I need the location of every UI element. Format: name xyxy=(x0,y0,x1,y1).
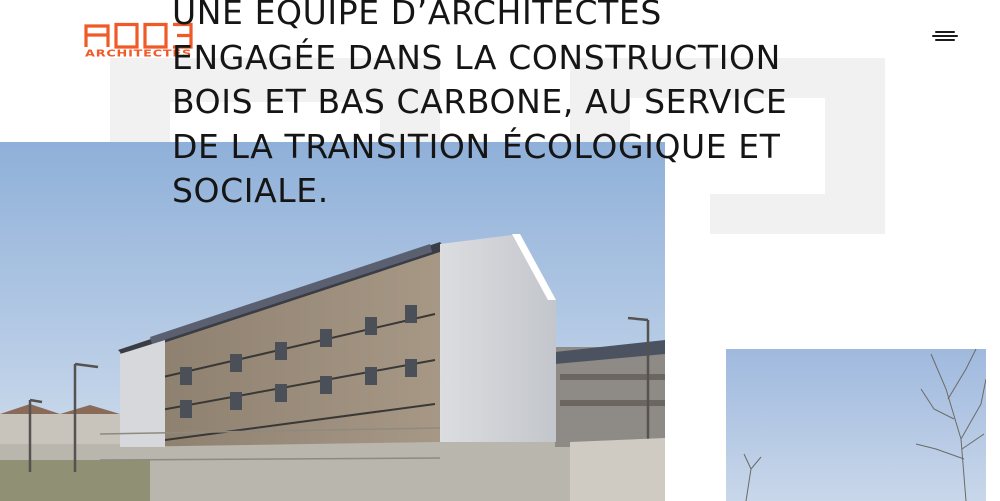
headline-line: SOCIALE. xyxy=(172,171,329,210)
headline-line: DE LA TRANSITION ÉCOLOGIQUE ET xyxy=(172,126,781,166)
menu-line xyxy=(932,35,958,37)
headline-line: ENGAGÉE DANS LA CONSTRUCTION xyxy=(172,37,781,77)
sky-and-tree-photo xyxy=(726,349,986,501)
headline-line: BOIS ET BAS CARBONE, AU SERVICE xyxy=(172,82,788,121)
hamburger-menu-icon[interactable] xyxy=(930,26,960,44)
menu-line xyxy=(935,31,955,33)
hero-headline: UNE ÉQUIPE D’ARCHITECTES ENGAGÉE DANS LA… xyxy=(172,0,872,214)
headline-line: UNE ÉQUIPE D’ARCHITECTES xyxy=(172,0,662,32)
menu-line xyxy=(935,39,955,41)
page: ARCHITECTES UNE ÉQUIPE D’ARCHITECTES ENG… xyxy=(0,0,1000,501)
